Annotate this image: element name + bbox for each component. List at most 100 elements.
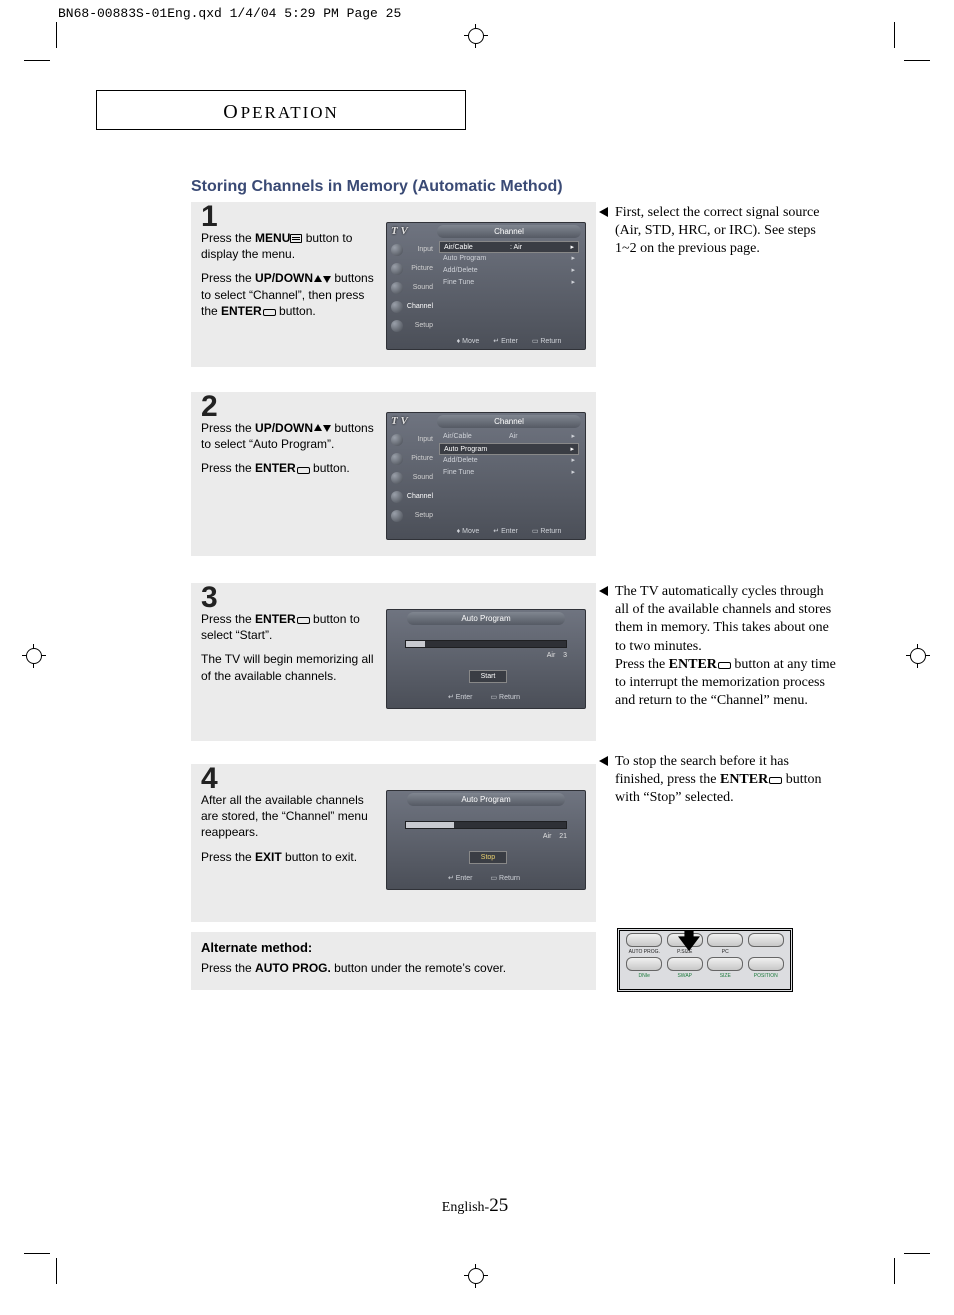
enter-icon	[768, 775, 782, 784]
osd-item-finetune: Fine Tune▸	[439, 277, 579, 289]
osd-side-tabs: Input Picture Sound Channel Setup	[389, 241, 435, 333]
pointer-arrow-icon	[678, 929, 700, 951]
start-button: Start	[469, 670, 507, 683]
step-number: 3	[201, 581, 218, 615]
step-instructions: Press the MENU button to display the men…	[201, 230, 379, 327]
osd-item-adddelete: Add/Delete▸	[439, 265, 579, 277]
osd-footer: ♦ Move ↵ Enter ▭ Return	[437, 525, 581, 537]
step-number: 1	[201, 200, 218, 234]
page: BN68-00883S-01Eng.qxd 1/4/04 5:29 PM Pag…	[0, 0, 954, 1315]
remote-label-swap: SWAP	[668, 973, 702, 979]
osd-tab-picture: Picture	[389, 260, 435, 278]
osd-hint-return: ▭ Return	[490, 874, 520, 886]
osd-item-autoprogram: Auto Program▸	[439, 253, 579, 265]
osd-hint-enter: ↵ Enter	[448, 874, 473, 886]
triangle-left-icon	[599, 207, 608, 217]
osd-menu-items: Air/CableAir▸ Auto Program▸ Add/Delete▸ …	[439, 431, 579, 479]
remote-label-size: SIZE	[708, 973, 742, 979]
scan-status: Air 21	[543, 833, 567, 840]
osd-menu-items: Air/Cable: Air▸ Auto Program▸ Add/Delete…	[439, 241, 579, 289]
alternate-method-title: Alternate method:	[201, 940, 586, 955]
remote-label-autoprog: AUTO PROG.	[627, 949, 661, 955]
osd-item-finetune: Fine Tune▸	[439, 467, 579, 479]
remote-label	[749, 949, 783, 955]
osd-title: Channel	[437, 225, 581, 238]
progress-bar	[405, 821, 567, 829]
osd-tab-setup: Setup	[389, 507, 435, 525]
alternate-method-block: Alternate method: Press the AUTO PROG. b…	[191, 932, 596, 990]
osd-hint-return: ▭ Return	[490, 693, 520, 705]
osd-item-adddelete: Add/Delete▸	[439, 455, 579, 467]
osd-side-tabs: Input Picture Sound Channel Setup	[389, 431, 435, 523]
up-down-icon	[313, 424, 331, 433]
remote-label-dnie: DNIe	[627, 973, 661, 979]
osd-tab-channel: Channel	[389, 298, 435, 316]
step-instructions: Press the UP/DOWN buttons to select “Aut…	[201, 420, 379, 485]
osd-title: Channel	[437, 415, 581, 428]
remote-button-illustration	[707, 957, 743, 971]
osd-hint-move: ♦ Move	[457, 528, 480, 535]
osd-item-aircable: Air/Cable: Air▸	[439, 241, 579, 253]
osd-footer: ↵ Enter ▭ Return	[387, 693, 581, 705]
step-4: 4 After all the available channels are s…	[191, 764, 596, 922]
osd-title: Auto Program	[407, 612, 565, 625]
osd-screenshot-autoprogram-select: T V Channel Input Picture Sound Channel …	[386, 412, 586, 540]
osd-hint-enter: ↵ Enter	[448, 693, 473, 705]
side-note-1: First, select the correct signal source …	[615, 204, 839, 259]
remote-button-illustration	[748, 957, 784, 971]
enter-icon	[296, 615, 310, 624]
page-number: 25	[489, 1195, 508, 1216]
topic-heading: Storing Channels in Memory (Automatic Me…	[191, 178, 563, 196]
osd-tv-tag: T V	[391, 415, 408, 427]
triangle-left-icon	[599, 756, 608, 766]
enter-icon	[717, 660, 731, 669]
osd-hint-move: ♦ Move	[457, 338, 480, 345]
osd-tab-input: Input	[389, 241, 435, 259]
osd-item-aircable: Air/CableAir▸	[439, 431, 579, 443]
osd-tab-setup: Setup	[389, 317, 435, 335]
osd-title: Auto Program	[407, 793, 565, 806]
remote-button-illustration	[626, 933, 662, 947]
section-title: OPERATION	[97, 101, 465, 124]
enter-icon	[296, 465, 310, 474]
scan-status: Air 3	[547, 652, 567, 659]
osd-item-autoprogram: Auto Program▸	[439, 443, 579, 455]
step-2: 2 Press the UP/DOWN buttons to select “A…	[191, 392, 596, 556]
side-note-2: The TV automatically cycles through all …	[615, 583, 839, 710]
crop-mark	[894, 22, 895, 48]
osd-tab-sound: Sound	[389, 279, 435, 297]
osd-screenshot-autoprogram-stop: Auto Program Air 21 Stop ↵ Enter ▭ Retur…	[386, 790, 586, 890]
up-down-icon	[313, 275, 331, 284]
step-number: 2	[201, 390, 218, 424]
remote-button-illustration	[707, 933, 743, 947]
osd-tab-sound: Sound	[389, 469, 435, 487]
alternate-method-text: Press the AUTO PROG. button under the re…	[201, 961, 586, 975]
enter-icon	[262, 307, 276, 316]
osd-footer: ↵ Enter ▭ Return	[387, 874, 581, 886]
osd-hint-return: ▭ Return	[532, 527, 562, 535]
step-3: 3 Press the ENTER button to select “Star…	[191, 583, 596, 741]
registration-mark-icon	[464, 1264, 488, 1288]
osd-tab-picture: Picture	[389, 450, 435, 468]
section-tab: OPERATION	[96, 90, 466, 130]
registration-mark-icon	[464, 24, 488, 48]
crop-mark	[904, 60, 930, 61]
step-1: 1 Press the MENU button to display the m…	[191, 202, 596, 367]
osd-tab-input: Input	[389, 431, 435, 449]
page-content: OPERATION Storing Channels in Memory (Au…	[56, 60, 894, 1253]
remote-illustration: AUTO PROG. P.SIZE PC DNIe SWAP SIZE POSI…	[617, 928, 793, 992]
crop-mark	[24, 1253, 50, 1254]
page-footer: English-25	[56, 1195, 894, 1217]
remote-button-illustration	[626, 957, 662, 971]
slug-line: BN68-00883S-01Eng.qxd 1/4/04 5:29 PM Pag…	[58, 6, 401, 21]
osd-hint-return: ▭ Return	[532, 337, 562, 345]
side-note-3: To stop the search before it has finishe…	[615, 753, 839, 808]
registration-mark-icon	[22, 644, 46, 668]
step-instructions: After all the available channels are sto…	[201, 792, 379, 873]
crop-mark	[24, 60, 50, 61]
crop-mark	[56, 1258, 57, 1284]
crop-mark	[56, 22, 57, 48]
osd-hint-enter: ↵ Enter	[493, 527, 518, 535]
crop-mark	[904, 1253, 930, 1254]
progress-bar	[405, 640, 567, 648]
